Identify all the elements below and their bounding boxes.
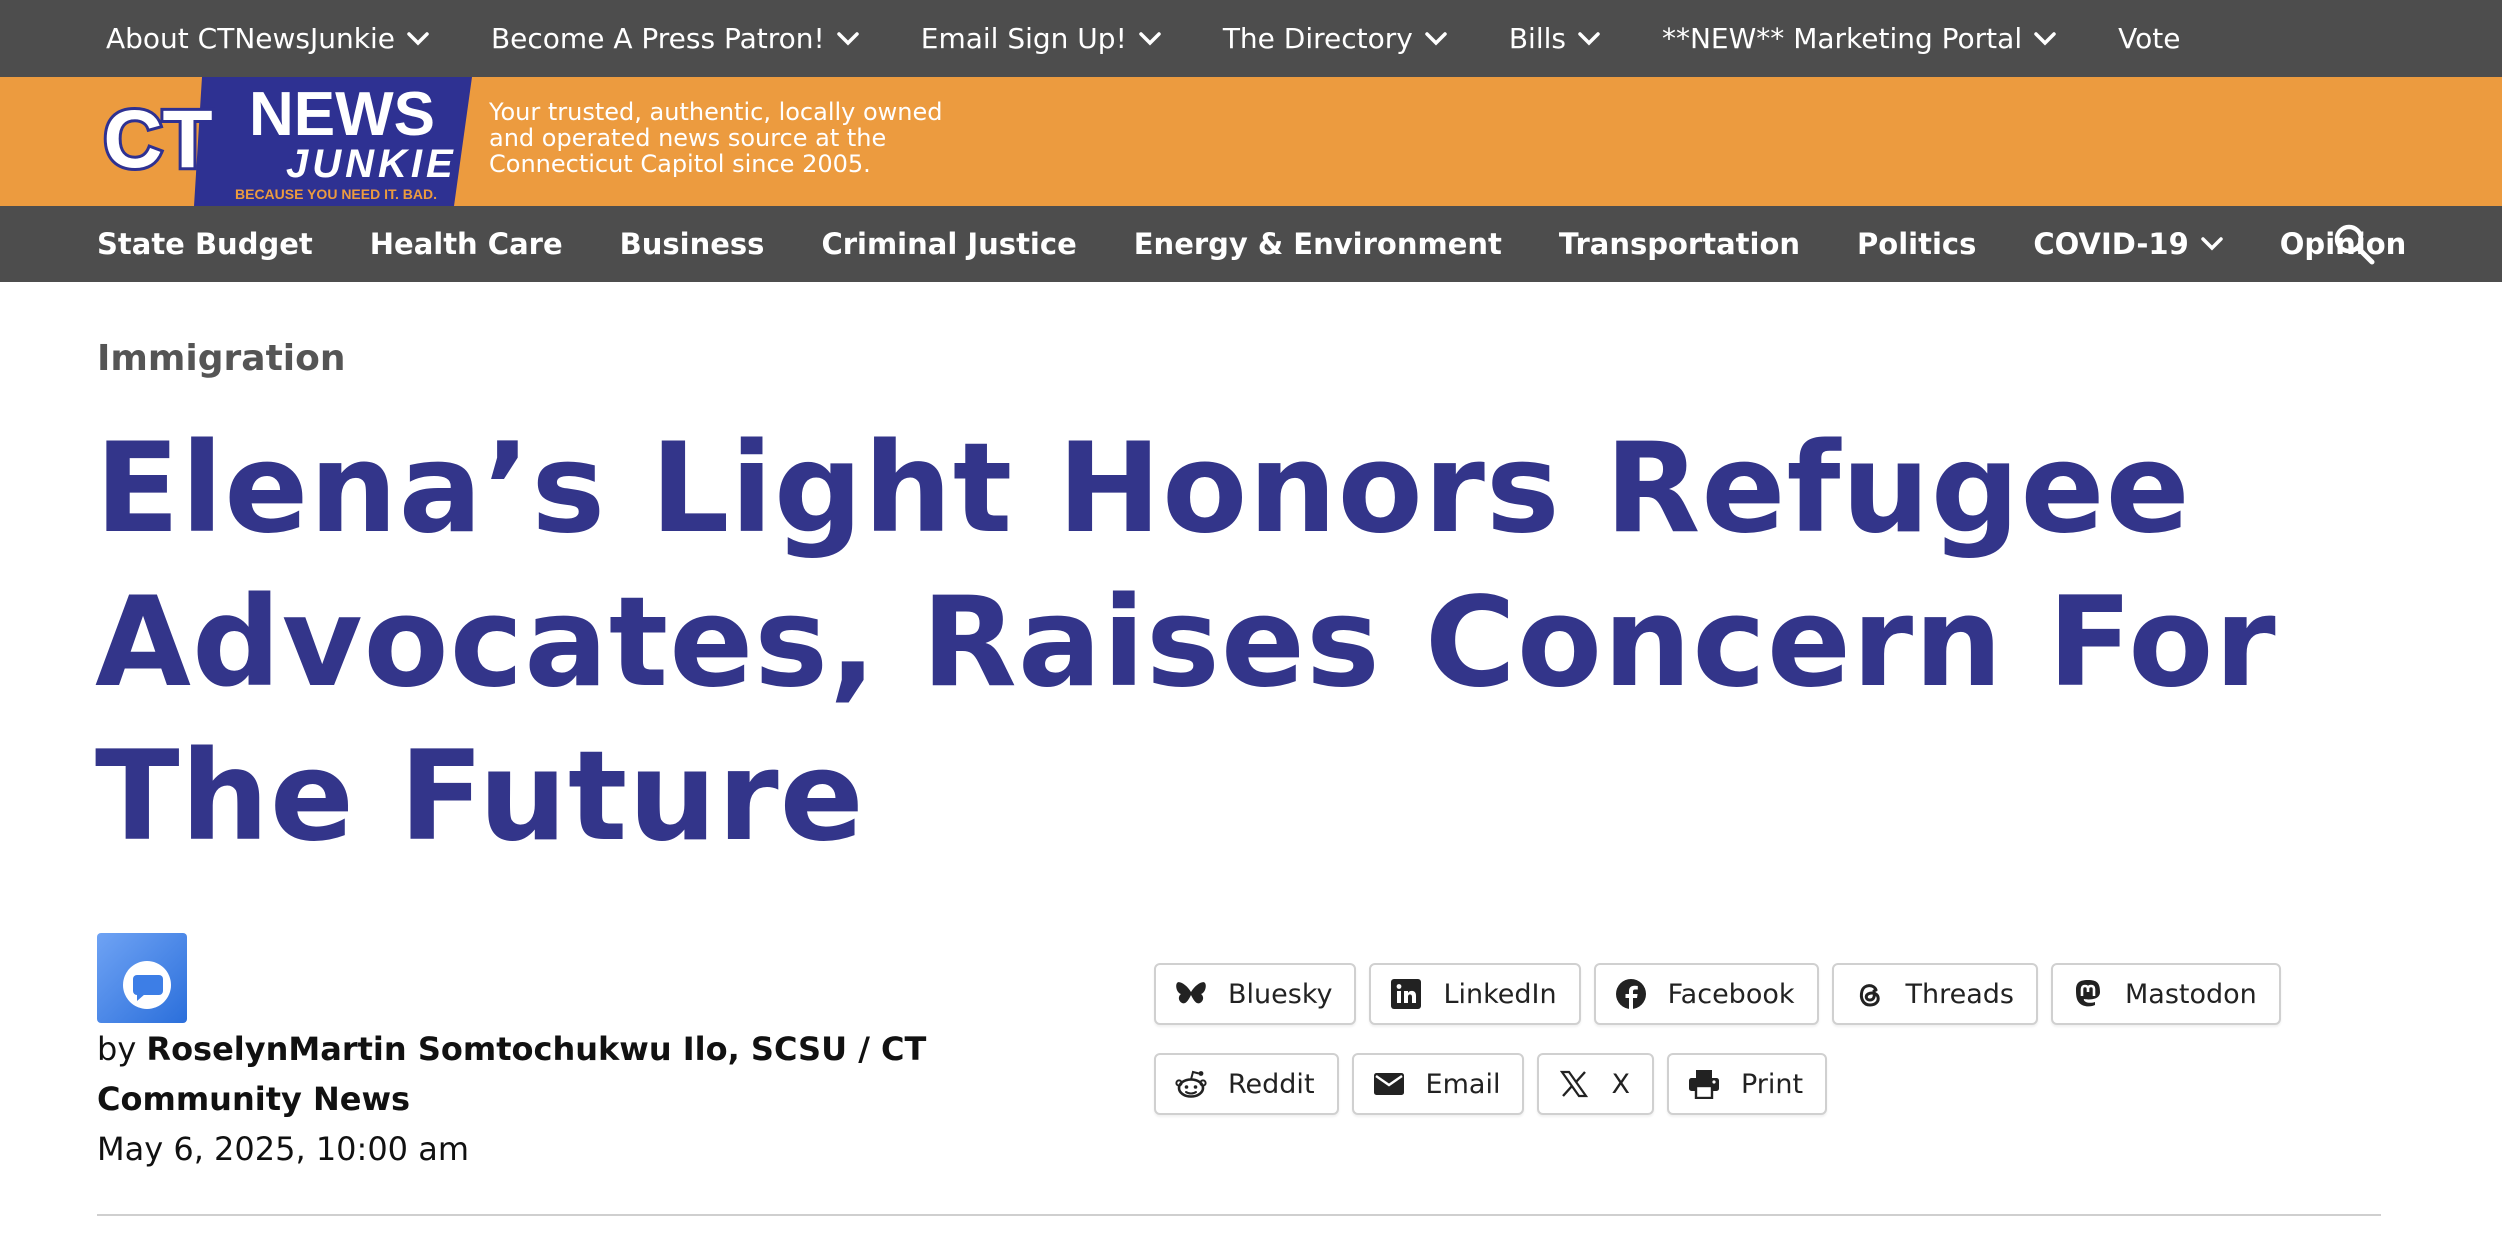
share-x-button[interactable]: X	[1537, 1053, 1654, 1115]
logo-slogan-text: BECAUSE YOU NEED IT. BAD.	[235, 186, 437, 202]
share-bluesky-button[interactable]: Bluesky	[1154, 963, 1357, 1025]
chevron-down-icon	[1578, 31, 1600, 46]
chevron-down-icon	[407, 31, 429, 46]
logo-junkie-text: JUNKIE	[286, 142, 457, 186]
envelope-icon	[1372, 1067, 1406, 1101]
share-email-button[interactable]: Email	[1351, 1053, 1525, 1115]
top-nav-marketing-portal[interactable]: **NEW** Marketing Portal	[1662, 22, 2056, 55]
author-avatar[interactable]	[97, 933, 187, 1023]
search-button[interactable]	[2330, 220, 2378, 268]
chevron-down-icon	[837, 31, 859, 46]
search-icon	[2334, 224, 2375, 265]
brand-bar: CT NEWS JUNKIE BECAUSE YOU NEED IT. BAD.…	[0, 77, 2502, 206]
reddit-icon	[1174, 1067, 1208, 1101]
share-mastodon-button[interactable]: Mastodon	[2050, 963, 2281, 1025]
nav-criminal-justice[interactable]: Criminal Justice	[821, 227, 1076, 261]
top-nav-directory[interactable]: The Directory	[1223, 22, 1447, 55]
article-headline: Elena’s Light Honors Refugee Advocates, …	[95, 417, 2277, 869]
nav-business[interactable]: Business	[620, 227, 765, 261]
chevron-down-icon	[1139, 31, 1161, 46]
share-buttons: Bluesky LinkedIn Facebook Threads Mastod…	[1154, 963, 2354, 1143]
top-nav-press-patron[interactable]: Become A Press Patron!	[491, 22, 859, 55]
logo-news-text: NEWS	[249, 80, 435, 149]
top-nav-vote[interactable]: Vote	[2118, 22, 2180, 55]
share-print-button[interactable]: Print	[1666, 1053, 1828, 1115]
linkedin-icon	[1389, 977, 1423, 1011]
article-byline: by RoselynMartin Somtochukwu Ilo, SCSU /…	[97, 1030, 927, 1118]
site-logo[interactable]: CT NEWS JUNKIE BECAUSE YOU NEED IT. BAD.	[96, 77, 472, 206]
facebook-icon	[1614, 977, 1648, 1011]
main-section-nav: State Budget Health Care Business Crimin…	[0, 206, 2502, 282]
nav-energy-environment[interactable]: Energy & Environment	[1134, 227, 1502, 261]
top-utility-nav: About CTNewsJunkie Become A Press Patron…	[0, 0, 2502, 77]
chevron-down-icon	[2201, 237, 2223, 251]
article-category[interactable]: Immigration	[97, 338, 345, 379]
nav-health-care[interactable]: Health Care	[370, 227, 563, 261]
x-icon	[1557, 1067, 1591, 1101]
nav-politics[interactable]: Politics	[1857, 227, 1976, 261]
threads-icon	[1852, 977, 1886, 1011]
printer-icon	[1687, 1067, 1721, 1101]
nav-transportation[interactable]: Transportation	[1559, 227, 1800, 261]
nav-covid-19[interactable]: COVID-19	[2033, 227, 2223, 261]
logo-ct-text: CT	[103, 94, 212, 185]
nav-state-budget[interactable]: State Budget	[97, 227, 313, 261]
site-tagline: Your trusted, authentic, locally owned a…	[489, 98, 943, 178]
share-facebook-button[interactable]: Facebook	[1593, 963, 1819, 1025]
share-linkedin-button[interactable]: LinkedIn	[1369, 963, 1581, 1025]
share-threads-button[interactable]: Threads	[1831, 963, 2038, 1025]
butterfly-icon	[1174, 977, 1208, 1011]
mastodon-icon	[2071, 977, 2105, 1011]
author-name[interactable]: RoselynMartin Somtochukwu Ilo, SCSU / CT…	[97, 1030, 926, 1118]
chevron-down-icon	[1425, 31, 1447, 46]
header-divider	[97, 1214, 2381, 1216]
publish-date: May 6, 2025, 10:00 am	[97, 1130, 469, 1168]
chevron-down-icon	[2034, 31, 2056, 46]
top-nav-about[interactable]: About CTNewsJunkie	[106, 22, 429, 55]
top-nav-email-signup[interactable]: Email Sign Up!	[921, 22, 1161, 55]
top-nav-bills[interactable]: Bills	[1509, 22, 1600, 55]
share-reddit-button[interactable]: Reddit	[1154, 1053, 1339, 1115]
